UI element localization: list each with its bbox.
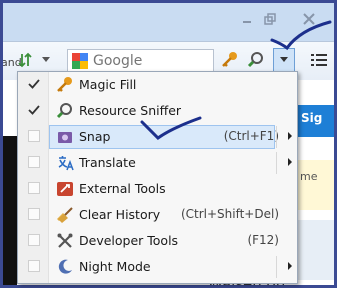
annotation-layer bbox=[140, 20, 332, 140]
annotation-checkmark bbox=[140, 116, 202, 140]
annotation-checkmark bbox=[270, 20, 332, 51]
